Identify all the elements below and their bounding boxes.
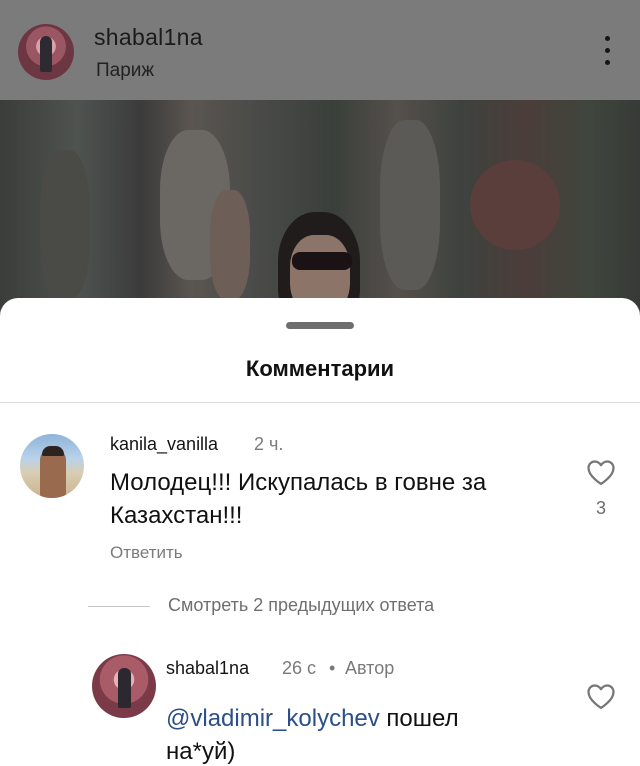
comment-avatar[interactable] bbox=[20, 434, 84, 498]
more-vertical-icon[interactable] bbox=[600, 36, 614, 72]
post-author-avatar[interactable] bbox=[18, 24, 74, 80]
post-location[interactable]: Париж bbox=[96, 60, 154, 82]
view-previous-replies-button[interactable]: Смотреть 2 предыдущих ответа bbox=[168, 595, 434, 616]
comments-sheet: Комментарии kanila_vanilla 2 ч. Молодец!… bbox=[0, 298, 640, 766]
post-author-username[interactable]: shabal1na bbox=[94, 24, 203, 51]
comment-username[interactable]: kanila_vanilla bbox=[110, 434, 218, 455]
heart-outline-icon[interactable] bbox=[586, 682, 616, 710]
author-badge: Автор bbox=[345, 658, 395, 678]
reply-mention-link[interactable]: @vladimir_kolychev bbox=[166, 705, 380, 732]
reply-separator: • bbox=[329, 658, 336, 678]
heart-outline-icon[interactable] bbox=[586, 458, 616, 486]
comment-text: Молодец!!! Искупалась в говне за Казахст… bbox=[110, 469, 487, 529]
like-count: 3 bbox=[595, 498, 606, 518]
reply-text: @vladimir_kolychev пошел на*уй) bbox=[166, 702, 496, 766]
reply-button[interactable]: Ответить bbox=[110, 543, 183, 563]
reply-avatar[interactable] bbox=[92, 654, 156, 718]
sheet-divider bbox=[0, 402, 640, 403]
post-header: shabal1na Париж bbox=[0, 0, 640, 100]
sheet-drag-handle[interactable] bbox=[286, 322, 354, 329]
reply-timestamp: 26 с bbox=[282, 658, 317, 678]
sheet-title: Комментарии bbox=[245, 356, 395, 381]
replies-divider-line bbox=[88, 606, 150, 607]
post-photo bbox=[0, 100, 640, 310]
comment-timestamp: 2 ч. bbox=[254, 434, 284, 454]
reply-username[interactable]: shabal1na bbox=[166, 658, 249, 679]
